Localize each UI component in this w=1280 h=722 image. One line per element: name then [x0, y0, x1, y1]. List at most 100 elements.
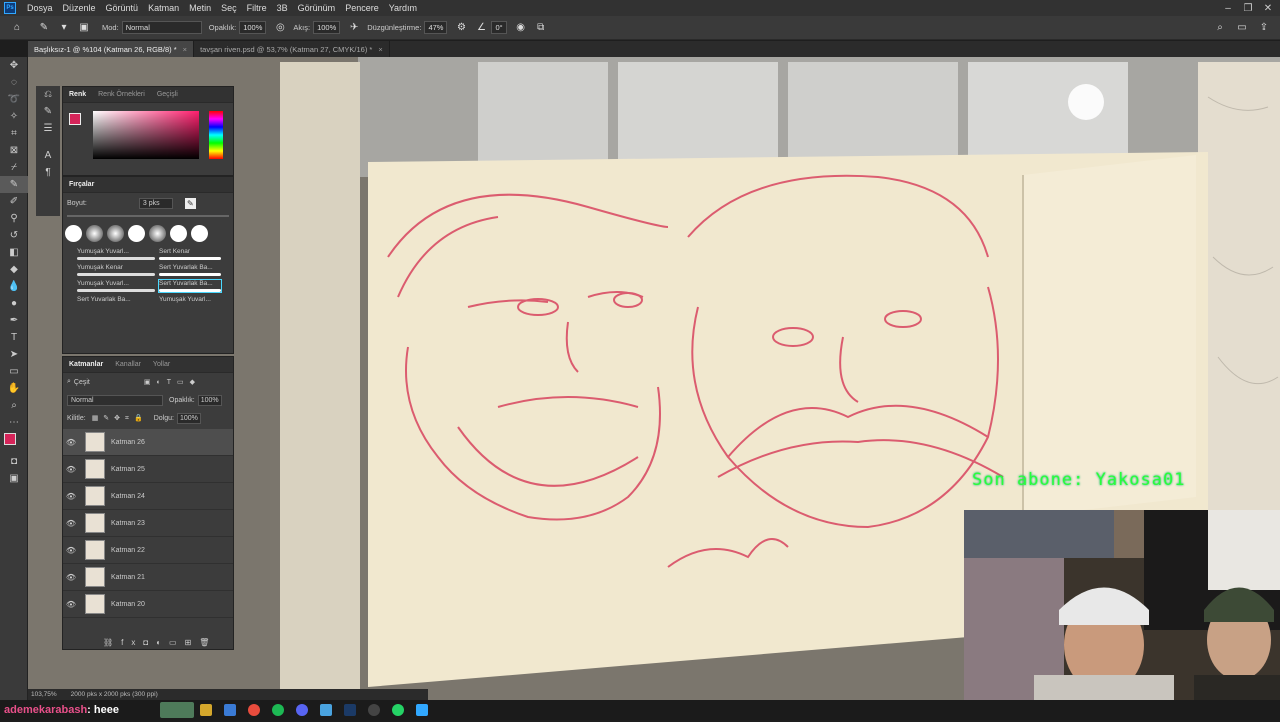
tab-document-1[interactable]: Başlıksız-1 @ %104 (Katman 26, RGB/8) * …	[28, 41, 195, 57]
shape-tool-icon[interactable]: ▭	[0, 363, 28, 380]
visibility-eye-icon[interactable]: 👁	[63, 438, 79, 447]
brush-preset[interactable]: Yumuşak Kenar	[77, 264, 155, 276]
layer-row[interactable]: 👁 Katman 21	[63, 564, 233, 591]
brush-preset-picker-icon[interactable]: ▾	[57, 21, 71, 35]
menu-view[interactable]: Görünüm	[293, 3, 341, 13]
airbrush-icon[interactable]: ✈	[347, 21, 361, 35]
opacity-field[interactable]: 100%	[239, 21, 267, 34]
menu-image[interactable]: Görüntü	[101, 3, 144, 13]
brush-tip-hard[interactable]	[170, 225, 187, 242]
eraser-tool-icon[interactable]: ◧	[0, 244, 28, 261]
zoom-level[interactable]: 103,75%	[31, 691, 57, 698]
obs-icon[interactable]	[368, 704, 380, 716]
brush-preset[interactable]: Sert Kenar	[159, 248, 221, 260]
mode-select[interactable]: Normal	[121, 21, 202, 34]
layer-row[interactable]: 👁 Katman 25	[63, 456, 233, 483]
eyedropper-tool-icon[interactable]: ⌿	[0, 159, 28, 176]
brush-tip-hard[interactable]	[191, 225, 208, 242]
brush-tip-hard[interactable]	[128, 225, 145, 242]
visibility-eye-icon[interactable]: 👁	[63, 546, 79, 555]
flow-field[interactable]: 100%	[313, 21, 341, 34]
paragraph-panel-icon[interactable]: ¶	[36, 164, 60, 181]
spotify-icon[interactable]	[272, 704, 284, 716]
layer-row[interactable]: 👁 Katman 26	[63, 429, 233, 456]
close-icon[interactable]: ✕	[1258, 0, 1278, 16]
brush-tip-hard[interactable]	[65, 225, 82, 242]
type-tool-icon[interactable]: T	[0, 329, 28, 346]
menu-filter[interactable]: Filtre	[242, 3, 272, 13]
pen-tool-icon[interactable]: ✒	[0, 312, 28, 329]
dodge-tool-icon[interactable]: ●	[0, 295, 28, 312]
home-icon[interactable]: ⌂	[10, 21, 24, 35]
menu-window[interactable]: Pencere	[340, 3, 384, 13]
menu-help[interactable]: Yardım	[384, 3, 422, 13]
tab-close-icon[interactable]: ×	[378, 45, 382, 54]
foreground-color-swatch[interactable]	[4, 433, 16, 445]
app-icon[interactable]	[224, 704, 236, 716]
visibility-eye-icon[interactable]: 👁	[63, 519, 79, 528]
document-info[interactable]: 2000 pks x 2000 pks (300 ppi)	[71, 691, 158, 698]
brush-preset[interactable]: Sert Yuvarlak Ba...	[77, 296, 155, 303]
visibility-eye-icon[interactable]: 👁	[63, 573, 79, 582]
restore-icon[interactable]: ❐	[1238, 0, 1258, 16]
brush-settings-panel-icon[interactable]: ✎	[36, 103, 60, 120]
layer-opacity-field[interactable]: 100%	[197, 394, 222, 406]
taskbar-weather-widget[interactable]	[160, 702, 194, 718]
hand-tool-icon[interactable]: ✋	[0, 380, 28, 397]
layer-row[interactable]: 👁 Katman 22	[63, 537, 233, 564]
brush-preset[interactable]: Yumuşak Yuvarl...	[77, 280, 155, 292]
tab-paths[interactable]: Yollar	[147, 361, 176, 368]
menu-select[interactable]: Seç	[216, 3, 242, 13]
pressure-opacity-icon[interactable]: ◎	[273, 21, 287, 35]
color-swatches[interactable]	[0, 431, 28, 453]
layer-row[interactable]: 👁 Katman 20	[63, 591, 233, 618]
character-panel-icon[interactable]: A	[36, 147, 60, 164]
visibility-eye-icon[interactable]: 👁	[63, 465, 79, 474]
tab-channels[interactable]: Kanallar	[109, 361, 147, 368]
steam-icon[interactable]	[344, 704, 356, 716]
minimize-icon[interactable]: –	[1218, 0, 1238, 16]
blur-tool-icon[interactable]: 💧	[0, 278, 28, 295]
brush-size-field[interactable]: 3 pks	[138, 197, 173, 209]
history-brush-tool-icon[interactable]: ↺	[0, 227, 28, 244]
tab-swatches[interactable]: Renk Örnekleri	[92, 91, 151, 98]
search-icon[interactable]: ⌕	[1213, 21, 1227, 35]
history-panel-icon[interactable]: ⎌	[36, 86, 60, 103]
crop-tool-icon[interactable]: ⌗	[0, 125, 28, 142]
brush-size-slider[interactable]	[67, 215, 229, 217]
adjustments-panel-icon[interactable]: ☰	[36, 120, 60, 137]
symmetry-icon[interactable]: ⧉	[534, 21, 548, 35]
stamp-tool-icon[interactable]: ⚲	[0, 210, 28, 227]
brush-preset[interactable]: Yumuşak Yuvarl...	[159, 296, 221, 303]
pressure-size-icon[interactable]: ◉	[514, 21, 528, 35]
app-icon[interactable]	[320, 704, 332, 716]
tab-layers[interactable]: Katmanlar	[63, 361, 109, 368]
paint-bucket-tool-icon[interactable]: ◆	[0, 261, 28, 278]
brush-preset[interactable]: Sert Yuvarlak Ba...	[159, 264, 221, 276]
screen-mode-icon[interactable]: ▣	[0, 470, 28, 487]
tab-close-icon[interactable]: ×	[183, 45, 187, 54]
file-explorer-icon[interactable]	[200, 704, 212, 716]
brush-preset[interactable]: Yumuşak Yuvarl...	[77, 248, 155, 260]
color-field[interactable]	[93, 111, 199, 159]
quick-select-tool-icon[interactable]: ✧	[0, 108, 28, 125]
frame-tool-icon[interactable]: ⊠	[0, 142, 28, 159]
angle-field[interactable]: 0°	[491, 21, 507, 34]
brush-tip-soft[interactable]	[107, 225, 124, 242]
smoothing-field[interactable]: 47%	[424, 21, 448, 34]
menu-3d[interactable]: 3B	[272, 3, 293, 13]
visibility-eye-icon[interactable]: 👁	[63, 492, 79, 501]
visibility-eye-icon[interactable]: 👁	[63, 600, 79, 609]
layer-row[interactable]: 👁 Katman 24	[63, 483, 233, 510]
menu-layer[interactable]: Katman	[143, 3, 184, 13]
path-select-tool-icon[interactable]: ➤	[0, 346, 28, 363]
photoshop-taskbar-icon[interactable]	[416, 704, 428, 716]
quick-mask-icon[interactable]: ◘	[0, 453, 28, 470]
share-icon[interactable]: ⇪	[1257, 21, 1271, 35]
menu-edit[interactable]: Düzenle	[58, 3, 101, 13]
move-tool-icon[interactable]: ✥	[0, 57, 28, 74]
new-brush-icon[interactable]: ✎	[184, 197, 196, 209]
brush-preset-selected[interactable]: Sert Yuvarlak Ba...	[158, 279, 222, 293]
lasso-tool-icon[interactable]: ➰	[0, 91, 28, 108]
brush-tool-icon[interactable]: ✎	[0, 176, 28, 193]
